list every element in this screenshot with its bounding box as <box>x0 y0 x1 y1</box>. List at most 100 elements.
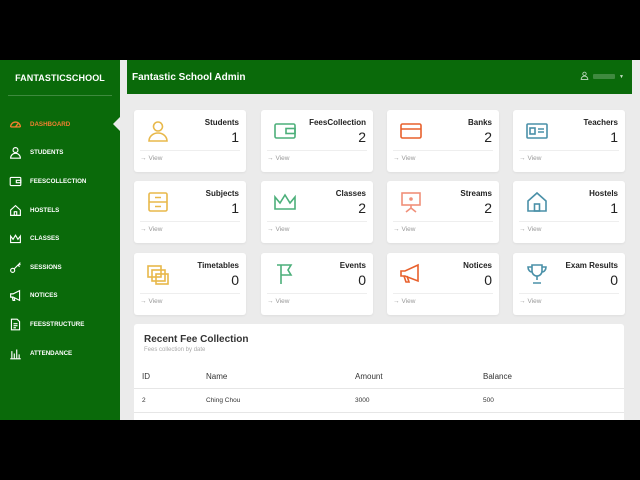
divider <box>140 293 240 294</box>
arrow-right-icon: → <box>519 298 526 305</box>
stat-label: FeesCollection <box>309 118 366 127</box>
arrow-right-icon: → <box>140 298 147 305</box>
sidebar-item-label: DASHBOARD <box>30 120 71 128</box>
panel-title: Recent Fee Collection <box>144 334 249 345</box>
stat-label: Streams <box>460 189 492 198</box>
home-icon <box>8 203 22 217</box>
stat-card-streams[interactable]: Streams 2 → View <box>387 181 499 243</box>
user-menu[interactable]: ▼ <box>580 71 624 82</box>
view-link[interactable]: → View <box>267 298 289 305</box>
crown-icon <box>273 190 297 214</box>
divider <box>393 221 493 222</box>
cell-amount: 3000 <box>355 397 370 404</box>
column-header-amount[interactable]: Amount <box>355 364 383 388</box>
stat-value: 1 <box>610 200 618 216</box>
credit-card-icon <box>399 119 423 143</box>
view-link[interactable]: → View <box>267 226 289 233</box>
stat-value: 0 <box>231 272 239 288</box>
column-header-balance[interactable]: Balance <box>483 364 512 388</box>
sidebar-item-students[interactable]: STUDENTS <box>0 139 120 168</box>
id-card-icon <box>525 119 549 143</box>
stat-card-students[interactable]: Students 1 → View <box>134 110 246 172</box>
stat-card-timetables[interactable]: Timetables 0 → View <box>134 253 246 315</box>
column-header-name[interactable]: Name <box>206 364 227 388</box>
stat-card-classes[interactable]: Classes 2 → View <box>261 181 373 243</box>
stat-card-events[interactable]: Events 0 → View <box>261 253 373 315</box>
view-link[interactable]: → View <box>519 226 541 233</box>
sidebar-item-feesstructure[interactable]: FEESSTRUCTURE <box>0 310 120 339</box>
megaphone-icon <box>399 262 423 286</box>
brand-logo[interactable]: FANTASTICSCHOOL <box>8 60 112 96</box>
sidebar-item-dashboard[interactable]: DASHBOARD <box>0 110 121 139</box>
view-link[interactable]: → View <box>140 226 162 233</box>
divider <box>519 150 619 151</box>
document-icon <box>8 317 22 331</box>
arrow-right-icon: → <box>519 155 526 162</box>
view-link[interactable]: → View <box>140 155 162 162</box>
stat-card-banks[interactable]: Banks 2 → View <box>387 110 499 172</box>
stat-label: Notices <box>463 261 492 270</box>
column-header-id[interactable]: ID <box>142 364 150 388</box>
stat-label: Teachers <box>583 118 618 127</box>
table-row[interactable]: 2 Ching Chou 3000 500 <box>134 389 624 413</box>
stat-value: 2 <box>484 200 492 216</box>
stat-card-teachers[interactable]: Teachers 1 → View <box>513 110 625 172</box>
recent-fee-collection-panel: Recent Fee Collection Fees collection by… <box>134 324 624 420</box>
caret-down-icon: ▼ <box>619 73 624 80</box>
wallet-icon <box>8 174 22 188</box>
stat-card-feescollection[interactable]: FeesCollection 2 → View <box>261 110 373 172</box>
stat-label: Banks <box>467 118 492 127</box>
user-icon <box>8 146 22 160</box>
view-link[interactable]: → View <box>393 226 415 233</box>
view-link[interactable]: → View <box>519 298 541 305</box>
divider <box>140 150 240 151</box>
drawer-icon <box>146 190 170 214</box>
arrow-right-icon: → <box>140 226 147 233</box>
divider <box>267 293 367 294</box>
app-window: FANTASTICSCHOOL DASHBOARD STUDENTS FEESC… <box>0 60 640 420</box>
page-title: Fantastic School Admin <box>132 71 246 83</box>
sidebar-item-feescollection[interactable]: FEESCOLLECTION <box>0 167 120 196</box>
home-icon <box>525 190 549 214</box>
sidebar-item-label: SESSIONS <box>30 263 62 271</box>
view-link[interactable]: → View <box>519 155 541 162</box>
sidebar-item-attendance[interactable]: ATTENDANCE <box>0 339 120 368</box>
key-icon <box>8 260 22 274</box>
arrow-right-icon: → <box>267 298 274 305</box>
student-icon <box>146 119 170 143</box>
megaphone-icon <box>8 289 22 303</box>
sidebar-item-hostels[interactable]: HOSTELS <box>0 196 120 225</box>
stat-card-notices[interactable]: Notices 0 → View <box>387 253 499 315</box>
stat-value: 2 <box>358 200 366 216</box>
stat-card-subjects[interactable]: Subjects 1 → View <box>134 181 246 243</box>
cell-balance: 500 <box>483 397 494 404</box>
stat-card-exam-results[interactable]: Exam Results 0 → View <box>513 253 625 315</box>
view-link[interactable]: → View <box>267 155 289 162</box>
user-name-placeholder <box>593 74 616 79</box>
stat-label: Hostels <box>589 189 618 198</box>
arrow-right-icon: → <box>140 155 147 162</box>
stat-card-hostels[interactable]: Hostels 1 → View <box>513 181 625 243</box>
stat-value: 1 <box>231 129 239 145</box>
sidebar-item-classes[interactable]: CLASSES <box>0 224 120 253</box>
stat-label: Events <box>339 261 366 270</box>
sidebar: FANTASTICSCHOOL DASHBOARD STUDENTS FEESC… <box>0 60 121 420</box>
divider <box>267 150 367 151</box>
view-link[interactable]: → View <box>393 298 415 305</box>
sidebar-item-sessions[interactable]: SESSIONS <box>0 253 120 282</box>
dashboard-gauge-icon <box>8 117 22 131</box>
user-icon <box>580 71 589 82</box>
crown-icon <box>8 232 22 246</box>
wallet-icon <box>273 119 297 143</box>
stat-value: 1 <box>610 129 618 145</box>
divider <box>267 221 367 222</box>
stat-value: 2 <box>358 129 366 145</box>
stat-label: Timetables <box>197 261 239 270</box>
sidebar-item-label: FEESCOLLECTION <box>30 177 87 185</box>
sidebar-item-label: ATTENDANCE <box>30 349 73 357</box>
divider <box>519 221 619 222</box>
divider <box>393 150 493 151</box>
view-link[interactable]: → View <box>140 298 162 305</box>
sidebar-item-notices[interactable]: NOTICES <box>0 282 120 311</box>
view-link[interactable]: → View <box>393 155 415 162</box>
